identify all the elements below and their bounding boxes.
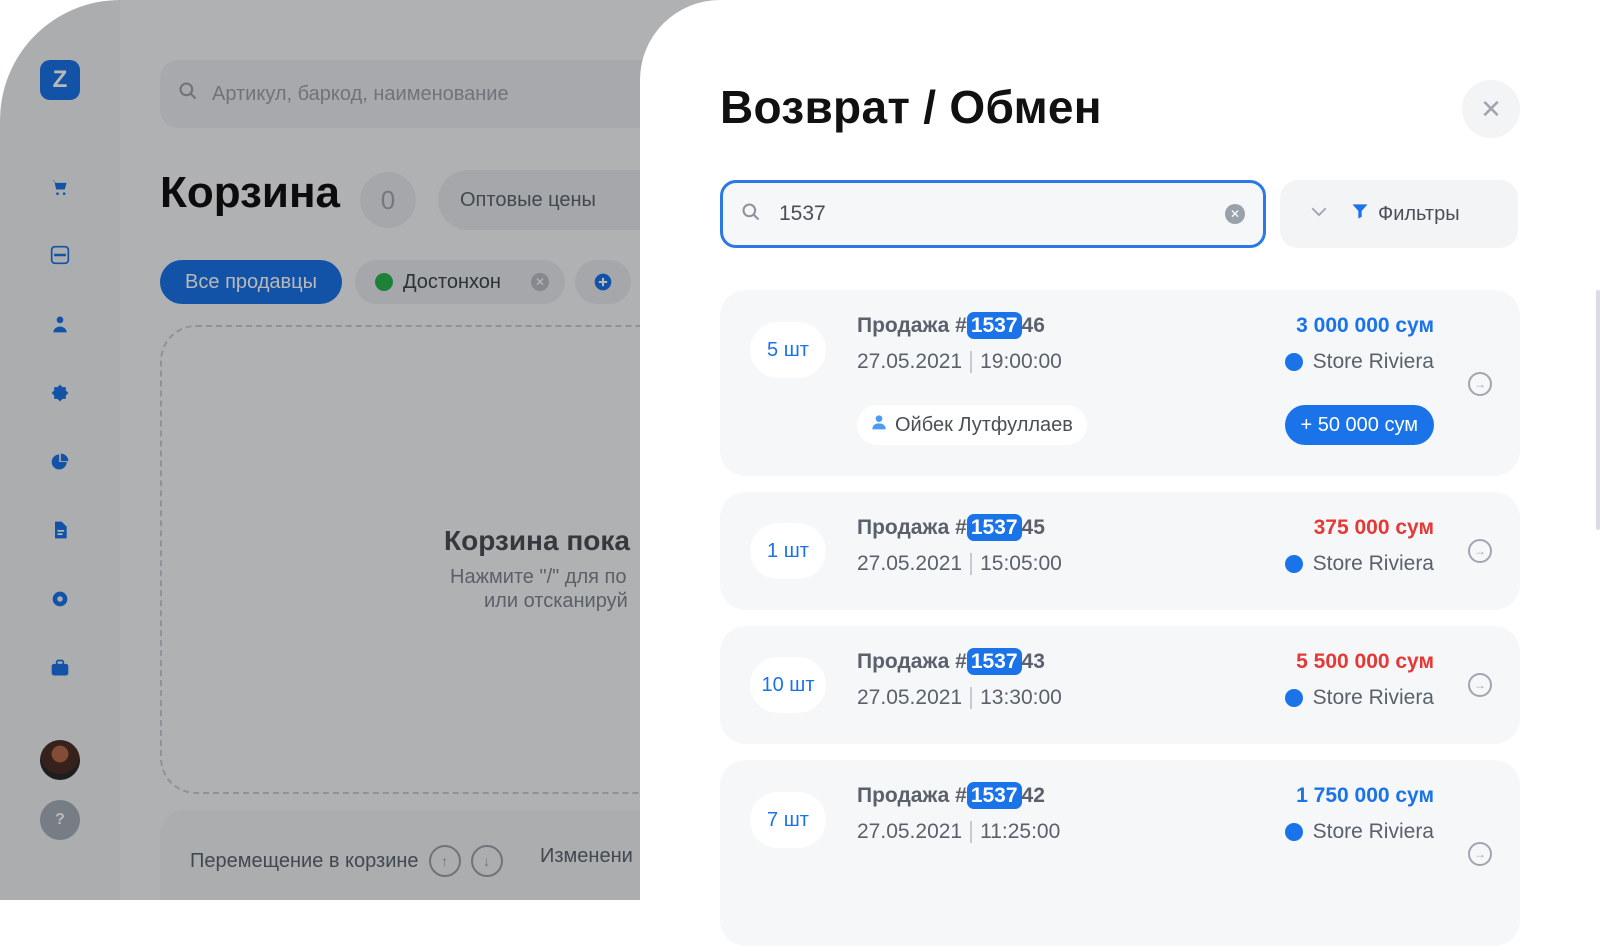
search-icon	[741, 202, 761, 227]
help-icon[interactable]: ?	[40, 800, 80, 840]
user-icon	[871, 413, 887, 437]
plus-icon	[594, 273, 612, 291]
move-in-cart: Перемещение в корзине ↑ ↓	[190, 845, 503, 877]
sale-search-input[interactable]	[777, 201, 1211, 227]
search-icon	[178, 81, 198, 107]
filters-button[interactable]: Фильтры	[1280, 180, 1518, 248]
sale-amount: 1 750 000 сум	[1296, 784, 1434, 807]
sale-amount: 3 000 000 сум	[1296, 314, 1434, 337]
chevron-down-icon	[1310, 205, 1328, 223]
badge-icon[interactable]	[48, 381, 72, 405]
sale-qty: 7 шт	[750, 792, 826, 848]
sale-search-field[interactable]: ✕	[720, 180, 1266, 248]
return-exchange-panel: Возврат / Обмен ✕ ✕ Фильтры 5 шт Продажа…	[640, 0, 1600, 946]
move-label: Перемещение в корзине	[190, 849, 419, 872]
sale-datetime: 27.05.2021 19:00:00	[857, 350, 1062, 374]
close-icon[interactable]: ✕	[531, 273, 549, 291]
sale-card[interactable]: 7 шт Продажа #1537 42 27.05.2021 11:25:00 …	[720, 760, 1520, 946]
sale-datetime: 27.05.2021 13:30:00	[857, 686, 1062, 710]
sale-store: Store Riviera	[1284, 350, 1434, 374]
product-search[interactable]: Артикул, баркод, наименование	[160, 60, 680, 128]
filter-icon	[1350, 201, 1370, 227]
scanner-icon[interactable]	[48, 243, 72, 267]
sale-qty: 1 шт	[750, 523, 826, 579]
logo[interactable]: Z	[40, 60, 80, 100]
sale-amount: 375 000 сум	[1313, 516, 1434, 539]
clear-icon[interactable]: ✕	[1225, 204, 1245, 224]
arrow-right-icon[interactable]: →	[1468, 842, 1492, 866]
sidebar: Z ?	[0, 0, 120, 900]
arrow-up-icon[interactable]: ↑	[428, 845, 461, 877]
sale-card[interactable]: 5 шт Продажа #1537 46 27.05.2021 19:00:00 …	[720, 290, 1520, 476]
user-icon[interactable]	[48, 312, 72, 336]
sale-title: Продажа #1537 42	[857, 782, 1045, 809]
avatar[interactable]	[40, 740, 80, 780]
sale-title: Продажа #1537 45	[857, 514, 1045, 541]
sale-title: Продажа #1537 46	[857, 312, 1045, 339]
wholesale-label: Оптовые цены	[460, 188, 596, 211]
add-seller-button[interactable]	[575, 260, 631, 304]
all-sellers-label: Все продавцы	[185, 270, 317, 293]
arrow-right-icon[interactable]: →	[1468, 673, 1492, 697]
store-dot	[1284, 823, 1303, 841]
filters-label: Фильтры	[1378, 202, 1460, 225]
arrow-right-icon[interactable]: →	[1468, 372, 1492, 396]
cart-title: Корзина	[160, 168, 340, 217]
store-dot	[1284, 353, 1303, 371]
scrollbar[interactable]	[1596, 290, 1600, 530]
panel-title: Возврат / Обмен	[720, 81, 1102, 133]
empty-cart-title: Корзина пока	[444, 525, 630, 556]
store-dot	[1284, 555, 1303, 573]
pie-chart-icon[interactable]	[48, 450, 72, 474]
product-search-placeholder: Артикул, баркод, наименование	[212, 82, 509, 105]
arrow-down-icon[interactable]: ↓	[470, 845, 503, 877]
sale-client: Ойбек Лутфуллаев	[857, 405, 1087, 445]
sale-store: Store Riviera	[1284, 820, 1434, 844]
store-dot	[1284, 689, 1303, 707]
arrow-right-icon[interactable]: →	[1468, 539, 1492, 563]
all-sellers-button[interactable]: Все продавцы	[160, 260, 342, 304]
sale-amount: 5 500 000 сум	[1296, 650, 1434, 673]
seller-chip[interactable]: Достонхон ✕	[355, 260, 565, 304]
cart-icon[interactable]	[48, 175, 72, 199]
empty-cart-hint-line1: Нажмите "/" для по	[450, 566, 627, 588]
cart-count: 0	[360, 172, 416, 228]
sale-datetime: 27.05.2021 11:25:00	[857, 820, 1061, 844]
briefcase-icon[interactable]	[48, 656, 72, 680]
sale-qty: 10 шт	[750, 657, 826, 713]
sale-card[interactable]: 1 шт Продажа #1537 45 27.05.2021 15:05:00 …	[720, 492, 1520, 610]
sale-datetime: 27.05.2021 15:05:00	[857, 552, 1062, 576]
close-button[interactable]: ✕	[1462, 80, 1520, 138]
gear-icon[interactable]	[48, 587, 72, 611]
sale-store: Store Riviera	[1284, 686, 1434, 710]
seller-status-dot	[375, 273, 393, 291]
seller-name: Достонхон	[403, 270, 501, 293]
document-icon[interactable]	[48, 518, 72, 542]
sale-qty: 5 шт	[750, 322, 826, 378]
change-label: Изменени	[540, 845, 633, 867]
empty-cart-hint-line2: или отсканируй	[484, 590, 628, 612]
empty-cart-hint: Нажмите "/" для по или отсканируй	[450, 565, 628, 613]
sale-title: Продажа #1537 43	[857, 648, 1045, 675]
sale-delta: + 50 000 сум	[1284, 405, 1434, 445]
sale-store: Store Riviera	[1284, 552, 1434, 576]
sale-card[interactable]: 10 шт Продажа #1537 43 27.05.2021 13:30:00…	[720, 626, 1520, 744]
